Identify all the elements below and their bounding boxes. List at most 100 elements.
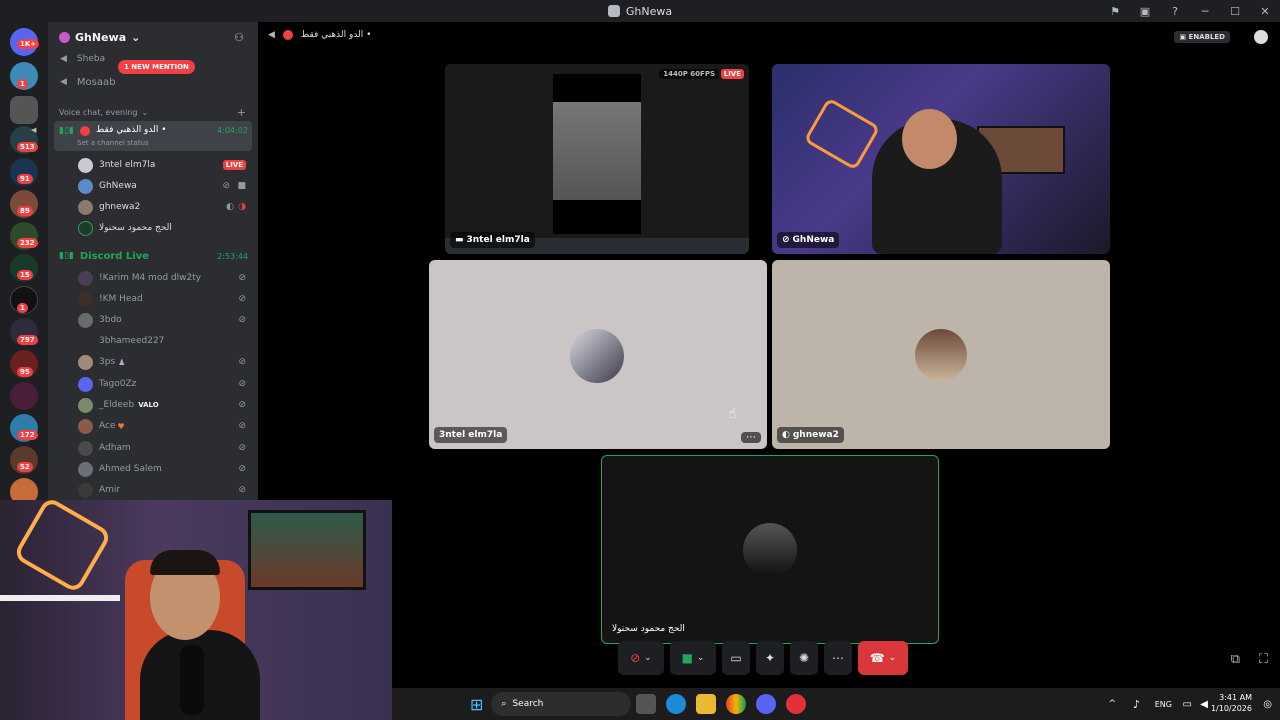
speaker-icon: ◀ <box>60 54 67 64</box>
category-header[interactable]: Voice chat, evening ⌄ + <box>48 102 258 122</box>
discord-icon[interactable] <box>756 694 777 714</box>
add-channel-icon[interactable]: + <box>237 106 246 119</box>
voice-member[interactable]: 3bdo ⊘ <box>48 310 258 330</box>
avatar-tile[interactable]: ◐ ghnewa2 <box>772 260 1110 449</box>
call-stage: ◀ الدو الذهبي فقط • ▣ ENABLED 1440P 60FP… <box>258 22 1280 688</box>
add-member-icon[interactable]: ⚇ <box>234 31 244 44</box>
mute-button[interactable]: ⊘ ⌄ <box>618 641 664 675</box>
voice-member[interactable]: Ahmed Salem ⊘ <box>48 459 258 479</box>
avatar <box>78 291 93 307</box>
voice-member[interactable]: Amir ⊘ <box>48 480 258 500</box>
voice-member[interactable]: Adham ⊘ <box>48 438 258 458</box>
chevron-up-icon[interactable]: ^ <box>1108 699 1116 709</box>
channel-status[interactable]: Set a channel status <box>77 139 149 147</box>
server-badge: 91 <box>17 174 33 184</box>
avatar-tile[interactable]: الحج محمود سحنولا <box>601 455 939 644</box>
voice-member[interactable]: 3bhameed227 <box>48 331 258 351</box>
more-options-button[interactable]: ⋯ <box>741 432 761 443</box>
voice-member[interactable]: الحج محمود سحنولا <box>48 218 258 238</box>
mic-muted-icon: ⊘ <box>222 181 230 191</box>
windows-start-icon[interactable]: ⊞ <box>470 695 483 714</box>
voice-member[interactable]: Ace ♥ ⊘ <box>48 416 258 436</box>
person-face <box>902 109 957 169</box>
popout-icon[interactable]: ⧉ <box>1231 652 1240 667</box>
server-name[interactable]: GhNewa ⌄ <box>59 31 140 44</box>
mic-muted-icon: ⊘ <box>238 421 246 431</box>
user-avatar <box>570 329 624 383</box>
fire-icon: ♥ <box>117 421 125 431</box>
search-box[interactable]: ⌕ Search <box>491 692 632 716</box>
call-header: ◀ الدو الذهبي فقط • <box>268 30 371 40</box>
live-badge: LIVE <box>720 69 744 79</box>
notifications-icon[interactable]: ◎ <box>1263 699 1272 710</box>
tile-label: 3ntel elm7la <box>434 427 508 443</box>
voice-member[interactable]: 3ntel elm7la LIVE <box>48 155 258 175</box>
voice-channel[interactable]: ▮▯▮ Discord Live 2:53:44 <box>48 246 258 266</box>
avatar <box>78 397 93 413</box>
chat-icon[interactable] <box>1254 30 1268 44</box>
server-icon[interactable] <box>10 96 38 124</box>
disconnect-button[interactable]: ☎ ⌄ <box>858 641 908 675</box>
chevron-down-icon: ⌄ <box>644 653 652 663</box>
mic-muted-icon: ⊘ <box>782 235 790 245</box>
stream-tile[interactable]: 1440P 60FPS LIVE ▬ 3ntel elm7la <box>445 64 749 254</box>
enabled-badge[interactable]: ▣ ENABLED <box>1174 31 1230 43</box>
chevron-down-icon: ⌄ <box>141 107 149 117</box>
voice-member[interactable]: 3ps ♟ ⊘ <box>48 352 258 372</box>
server-icon[interactable] <box>10 382 38 410</box>
screen-icon[interactable]: ▣ <box>1130 5 1160 18</box>
activities-button[interactable]: ✦ <box>756 641 784 675</box>
mic-icon[interactable]: ♪ <box>1133 698 1140 711</box>
stream-quality: 1440P 60FPS <box>659 69 719 79</box>
chevron-down-icon: ⌄ <box>131 31 141 44</box>
voice-member[interactable]: _Eldeeb VALO ⊘ <box>48 395 258 415</box>
clock[interactable]: 3:41 AM 1/10/2026 <box>1211 692 1252 714</box>
network-icon[interactable]: ▭ <box>1183 699 1192 710</box>
maximize-button[interactable]: ☐ <box>1220 5 1250 18</box>
server-badge: 1 <box>17 79 28 89</box>
language-indicator[interactable]: ENG <box>1155 700 1172 709</box>
voice-member[interactable]: GhNewa ⊘ ■ <box>48 176 258 196</box>
user-avatar <box>743 523 797 577</box>
video-icon: ■ <box>681 651 693 665</box>
shelf <box>0 595 120 601</box>
more-button[interactable]: ⋯ <box>824 641 852 675</box>
voice-member[interactable]: ghnewa2 ◐ ◑ <box>48 197 258 217</box>
avatar <box>78 333 93 349</box>
emoji-icon: ♟ <box>118 357 126 367</box>
video-tile[interactable]: ⊘ GhNewa <box>772 64 1110 254</box>
mic-muted-icon: ⊘ <box>238 443 246 453</box>
task-view-icon[interactable] <box>636 694 657 714</box>
edge-icon[interactable] <box>666 694 687 714</box>
file-explorer-icon[interactable] <box>696 694 717 714</box>
deafen-icon: ◐ <box>782 430 790 440</box>
chrome-icon[interactable] <box>726 694 747 714</box>
help-icon[interactable]: ? <box>1160 5 1190 18</box>
app-icon[interactable] <box>786 694 807 714</box>
voice-member[interactable]: !Karim M4 mod dlw2ty ⊘ <box>48 268 258 288</box>
screen-share-button[interactable]: ▭ <box>722 641 750 675</box>
call-channel-name: الدو الذهبي فقط • <box>300 30 372 40</box>
avatar <box>78 440 93 456</box>
close-button[interactable]: ✕ <box>1250 5 1280 18</box>
volume-icon[interactable]: ◀ <box>1200 699 1208 710</box>
voice-wave-icon: ▮▯▮ <box>59 251 74 261</box>
camera-button[interactable]: ■ ⌄ <box>670 641 716 675</box>
active-voice-channel[interactable]: ▮▯▮ الدو الذهبي فقط • Set a channel stat… <box>54 121 252 151</box>
video-icon: ■ <box>237 181 246 191</box>
avatar-tile[interactable]: 3ntel elm7la ⋯ <box>429 260 767 449</box>
soundboard-button[interactable]: ✺ <box>790 641 818 675</box>
live-dot <box>282 30 293 40</box>
mic-muted-icon: ⊘ <box>238 357 246 367</box>
avatar <box>78 199 93 215</box>
fullscreen-icon[interactable]: ⛶ <box>1259 652 1268 667</box>
voice-member[interactable]: !KM Head ⊘ <box>48 289 258 309</box>
voice-member[interactable]: Tago0Zz ⊘ <box>48 374 258 394</box>
more-icon: ⋯ <box>832 651 844 665</box>
minimize-button[interactable]: ─ <box>1190 5 1220 18</box>
server-badge: 89 <box>17 206 33 216</box>
inbox-icon[interactable]: ⚑ <box>1100 5 1130 18</box>
text-channel[interactable]: ◀ Mosaab <box>48 72 258 92</box>
server-badge: 1 <box>17 303 28 313</box>
mic-muted-icon: ⊘ <box>238 294 246 304</box>
